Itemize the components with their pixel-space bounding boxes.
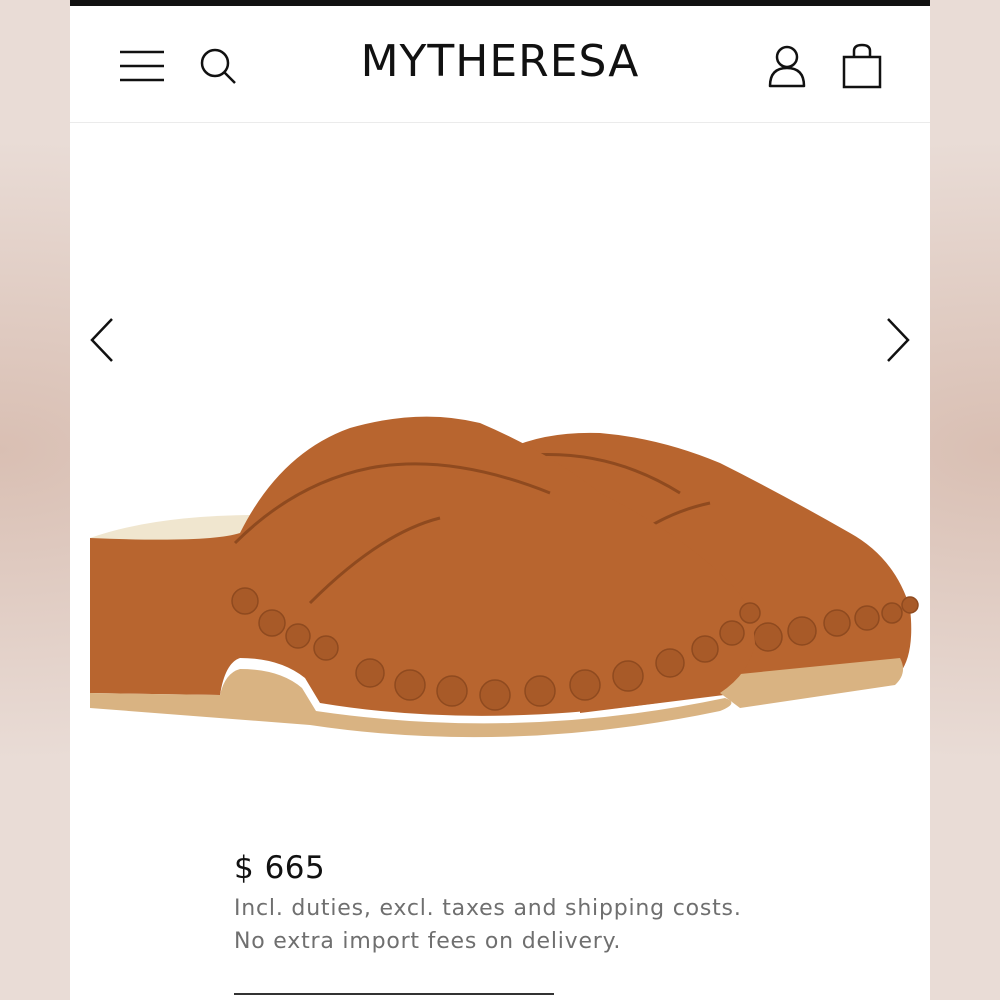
section-divider bbox=[234, 993, 554, 995]
import-fees-note: No extra import fees on delivery. bbox=[234, 929, 622, 954]
chevron-left-icon bbox=[90, 318, 113, 362]
product-gallery[interactable] bbox=[70, 123, 930, 823]
gallery-prev-button[interactable] bbox=[80, 313, 124, 367]
cart-button[interactable] bbox=[836, 40, 888, 92]
account-button[interactable] bbox=[761, 40, 813, 92]
account-icon bbox=[768, 45, 806, 88]
site-header: MYTHERESA bbox=[70, 6, 930, 123]
product-price: $ 665 bbox=[234, 850, 326, 886]
app-screen: MYTHERESA $ 665 Incl. duties, excl. taxe… bbox=[70, 0, 930, 1000]
chevron-right-icon bbox=[887, 318, 910, 362]
duties-note: Incl. duties, excl. taxes and shipping c… bbox=[234, 896, 742, 921]
gallery-next-button[interactable] bbox=[876, 313, 920, 367]
product-image-clogs bbox=[90, 416, 919, 738]
shopping-bag-icon bbox=[842, 43, 882, 89]
